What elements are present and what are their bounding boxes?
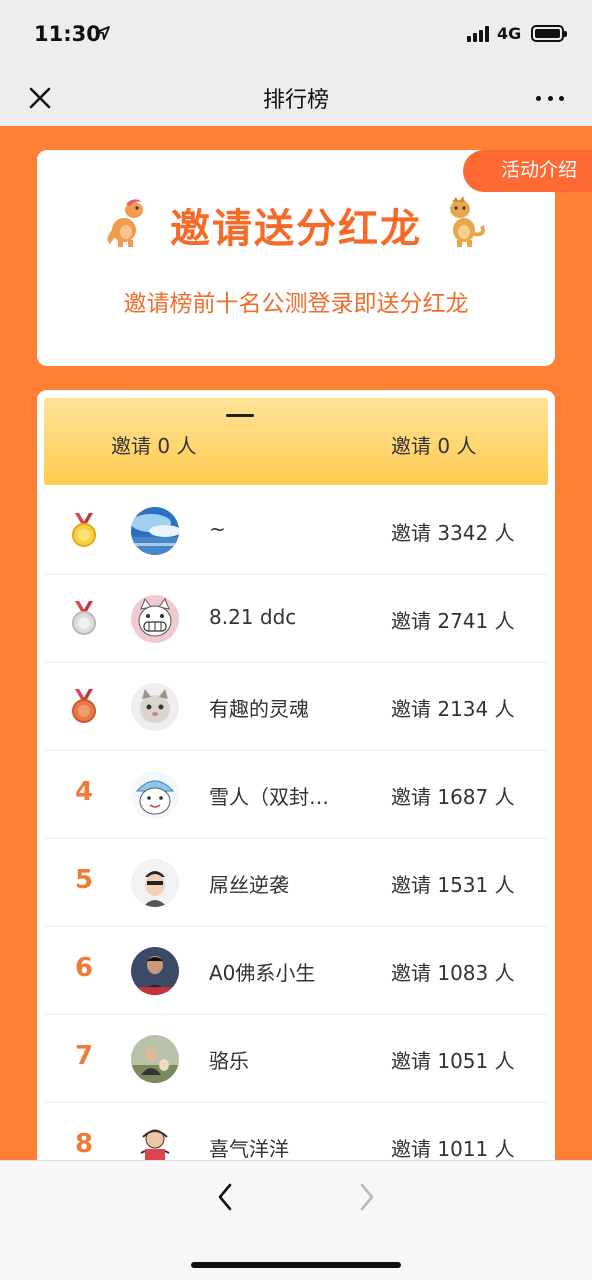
invite-count: 邀请 1531 人 — [391, 873, 515, 897]
silver-medal-icon — [72, 601, 96, 635]
invite-count: 邀请 1687 人 — [391, 785, 515, 809]
battery-icon — [531, 25, 567, 42]
ranking-row[interactable]: 6 A0佛系小生 邀请 1083 人 — [44, 927, 548, 1015]
banner-subtitle: 邀请榜前十名公测登录即送分红龙 — [123, 291, 469, 317]
ranking-row[interactable]: ~ 邀请 3342 人 — [44, 487, 548, 575]
invite-count: 邀请 3342 人 — [391, 521, 515, 545]
nav-bar: 排行榜 — [0, 70, 592, 126]
more-dots-icon[interactable] — [532, 84, 568, 112]
ranking-row[interactable]: 有趣的灵魂 邀请 2134 人 — [44, 663, 548, 751]
divider — [226, 414, 254, 417]
chevron-right-icon[interactable] — [348, 1179, 384, 1215]
rank-number: 5 — [74, 865, 94, 895]
my-invite-count-right: 邀请 0 人 — [391, 434, 477, 458]
status-time: 11:30 — [34, 22, 101, 46]
avatar — [131, 859, 179, 907]
invite-count: 邀请 2134 人 — [391, 697, 515, 721]
user-name: A0佛系小生 — [209, 961, 316, 985]
avatar — [131, 771, 179, 819]
ranking-row[interactable]: 7 骆乐 邀请 1051 人 — [44, 1015, 548, 1103]
rank-number: 8 — [74, 1129, 94, 1159]
ranking-row[interactable]: 4 雪人（双封… 邀请 1687 人 — [44, 751, 548, 839]
avatar — [131, 595, 179, 643]
location-arrow-icon — [96, 26, 110, 40]
bronze-medal-icon — [72, 689, 96, 723]
user-name: 8.21 ddc — [209, 605, 297, 629]
user-name: ~ — [209, 517, 226, 541]
activity-intro-button[interactable]: 活动介绍 — [463, 150, 592, 192]
avatar — [131, 683, 179, 731]
user-name: 雪人（双封… — [209, 785, 329, 809]
rank-number: 4 — [74, 777, 94, 807]
user-name: 喜气洋洋 — [209, 1137, 289, 1161]
avatar — [131, 947, 179, 995]
gold-medal-icon — [72, 513, 96, 547]
avatar — [131, 507, 179, 555]
home-indicator — [191, 1262, 401, 1268]
invite-count: 邀请 1083 人 — [391, 961, 515, 985]
ranking-row[interactable]: 8.21 ddc 邀请 2741 人 — [44, 575, 548, 663]
rank-number: 7 — [74, 1041, 94, 1071]
network-type: 4G — [497, 24, 522, 43]
user-name: 屌丝逆袭 — [209, 873, 289, 897]
user-name: 有趣的灵魂 — [209, 697, 309, 721]
ranking-row[interactable]: 5 屌丝逆袭 邀请 1531 人 — [44, 839, 548, 927]
chevron-left-icon[interactable] — [208, 1179, 244, 1215]
my-invite-count: 邀请 0 人 — [111, 434, 197, 458]
invite-count: 邀请 2741 人 — [391, 609, 515, 633]
invite-count: 邀请 1011 人 — [391, 1137, 515, 1161]
user-name: 骆乐 — [209, 1049, 249, 1073]
status-bar: 11:30 4G — [0, 0, 592, 70]
avatar — [131, 1035, 179, 1083]
invite-count: 邀请 1051 人 — [391, 1049, 515, 1073]
page-title: 排行榜 — [262, 88, 329, 113]
rank-number: 6 — [74, 953, 94, 983]
signal-icon — [467, 26, 489, 42]
dinosaur-icon — [450, 196, 485, 247]
